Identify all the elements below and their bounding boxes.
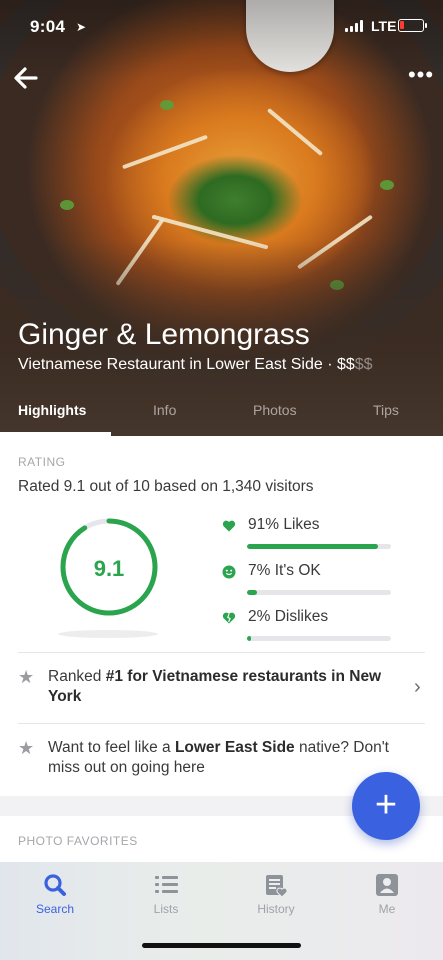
- add-button[interactable]: +: [352, 772, 420, 840]
- back-button[interactable]: [10, 62, 42, 94]
- history-icon: [266, 875, 288, 898]
- status-bar: 9:04 ➤ LTE: [0, 0, 443, 54]
- stat-bar-fill: [247, 636, 252, 641]
- profile-icon: [376, 874, 398, 896]
- rating-section-label: RATING: [18, 455, 66, 469]
- location-arrow-icon: ➤: [76, 20, 87, 34]
- stat-bar-fill: [247, 544, 379, 549]
- stat-bar: [247, 544, 391, 549]
- star-icon: ★: [18, 667, 35, 687]
- tab-info[interactable]: Info: [153, 402, 176, 418]
- back-arrow-icon: [14, 67, 38, 89]
- venue-title: Ginger & Lemongrass: [18, 318, 310, 351]
- network-type: LTE: [371, 18, 397, 34]
- broken-heart-icon: [222, 612, 236, 624]
- rating-summary: Rated 9.1 out of 10 based on 1,340 visit…: [18, 478, 314, 495]
- tab-highlights[interactable]: Highlights: [18, 402, 86, 418]
- nav-lists[interactable]: Lists: [111, 862, 221, 922]
- venue-tabs: Highlights Info Photos Tips: [0, 394, 443, 436]
- ranked-row[interactable]: ★ Ranked #1 for Vietnamese restaurants i…: [0, 653, 443, 723]
- stat-bar: [247, 590, 391, 595]
- star-icon: ★: [18, 738, 35, 758]
- status-time: 9:04: [30, 17, 66, 36]
- signal-icon: [345, 20, 365, 32]
- tab-tips[interactable]: Tips: [373, 402, 399, 418]
- venue-category: Vietnamese Restaurant in Lower East Side…: [18, 356, 337, 373]
- rating-score: 9.1: [93, 556, 125, 581]
- ranked-text: Ranked #1 for Vietnamese restaurants in …: [48, 668, 382, 705]
- chevron-right-icon: ›: [414, 676, 421, 698]
- stat-bar: [247, 636, 391, 641]
- nav-label: Search: [35, 902, 75, 916]
- price-tier-active: $$: [336, 356, 355, 373]
- nav-history[interactable]: History: [221, 862, 331, 922]
- stat-label: 91% Likes: [248, 516, 320, 533]
- heart-icon: [222, 520, 236, 532]
- battery-icon: [398, 19, 427, 32]
- nav-me[interactable]: Me: [332, 862, 442, 922]
- native-tip-text: Want to feel like a Lower East Side nati…: [48, 739, 389, 776]
- nav-search[interactable]: Search: [0, 862, 110, 922]
- nav-label: Lists: [153, 902, 179, 916]
- rating-ring-shadow: [58, 630, 158, 638]
- stat-label: 7% It's OK: [248, 562, 321, 579]
- nav-label: History: [257, 902, 295, 916]
- stat-bar-fill: [247, 590, 258, 595]
- more-options-button[interactable]: •••: [406, 64, 436, 88]
- nav-label: Me: [378, 902, 396, 916]
- photo-favorites-label: PHOTO FAVORITES: [18, 834, 138, 848]
- venue-subtitle: Vietnamese Restaurant in Lower East Side…: [18, 356, 373, 374]
- list-icon: [155, 876, 178, 893]
- price-tier-inactive: $$: [354, 356, 373, 373]
- smiley-icon: [222, 565, 236, 579]
- tab-photos[interactable]: Photos: [253, 402, 297, 418]
- stat-label: 2% Dislikes: [248, 608, 329, 625]
- home-indicator: [142, 943, 301, 948]
- search-icon: [44, 874, 66, 896]
